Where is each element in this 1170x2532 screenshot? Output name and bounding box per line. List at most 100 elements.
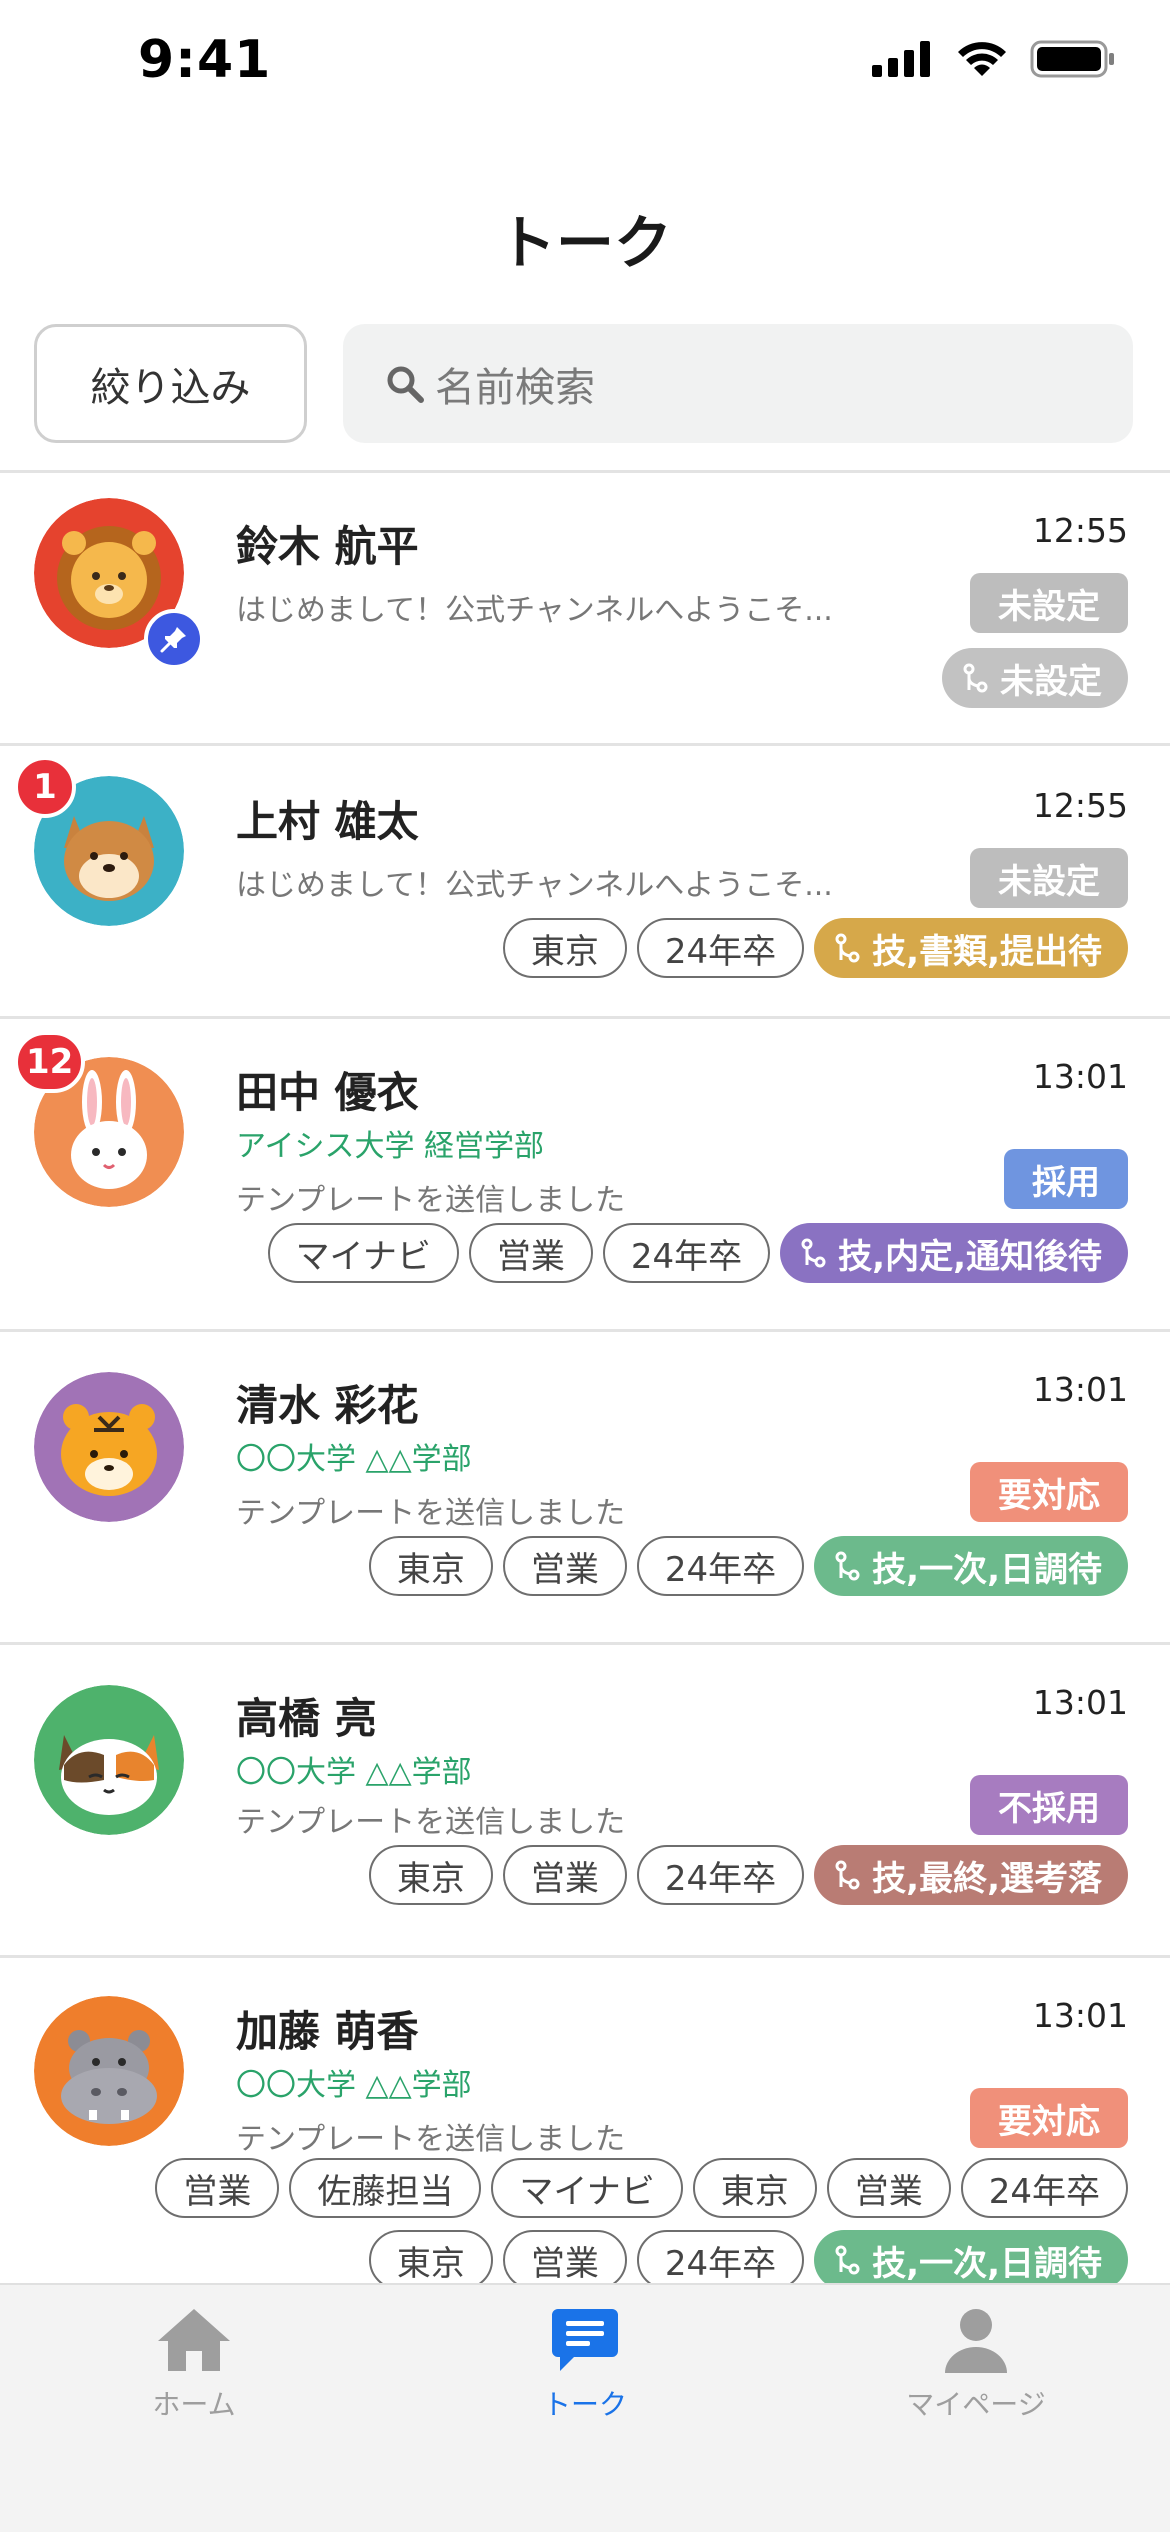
tag-chip: 営業: [502, 1536, 627, 1596]
battery-icon: [1030, 40, 1114, 78]
stage-label: 技,一次,日調待: [872, 2243, 1102, 2284]
stage-tag: 未設定: [942, 648, 1128, 708]
status-time: 9:41: [138, 30, 272, 90]
unread-badge: 1: [14, 756, 76, 818]
contact-name: 田中 優衣: [236, 1068, 419, 1117]
conversation-row[interactable]: 鈴木 航平 12:55 はじめまして！公式チャンネルへようこそ... 未設定 未…: [0, 473, 1170, 743]
stage-tag: 技,一次,日調待: [814, 1536, 1128, 1596]
last-message: テンプレートを送信しました: [236, 1496, 626, 1531]
status-icons: [872, 40, 1116, 78]
tag-chip: 東京: [368, 2230, 493, 2290]
stage-tag: 技,一次,日調待: [814, 2230, 1128, 2290]
tag-chip: 営業: [826, 2158, 951, 2218]
status-badge: 不採用: [970, 1775, 1128, 1835]
school-label: 〇〇大学 △△学部: [236, 2068, 472, 2103]
tag-chip: 営業: [502, 2230, 627, 2290]
stage-label: 未設定: [1000, 661, 1102, 702]
tag-list: 東京 24年卒 技,書類,提出待: [502, 918, 1128, 978]
tab-bar: ホーム トーク マイページ: [0, 2283, 1170, 2532]
wifi-icon: [958, 42, 1006, 76]
tab-home-label: ホーム: [152, 2388, 236, 2421]
search-input[interactable]: 名前検索: [343, 324, 1133, 443]
tag-chip: 営業: [155, 2158, 280, 2218]
stage-label: 技,書類,提出待: [872, 931, 1102, 972]
message-time: 12:55: [1032, 786, 1128, 825]
avatar-hippo: [34, 1996, 184, 2146]
contact-name: 加藤 萌香: [236, 2007, 419, 2056]
message-time: 13:01: [1032, 1057, 1128, 1096]
tag-list: マイナビ 営業 24年卒 技,内定,通知後待: [267, 1223, 1128, 1283]
conversation-row[interactable]: 高橋 亮 13:01 〇〇大学 △△学部 テンプレートを送信しました 不採用 東…: [0, 1645, 1170, 1955]
avatar-cat: [34, 1685, 184, 1835]
tag-list: 東京 営業 24年卒 技,最終,選考落: [368, 1845, 1128, 1905]
tag-chip: 24年卒: [636, 1845, 805, 1905]
tab-home[interactable]: ホーム: [94, 2305, 294, 2423]
last-message: はじめまして！公式チャンネルへようこそ...: [236, 593, 833, 628]
branch-icon: [835, 1860, 860, 1890]
last-message: テンプレートを送信しました: [236, 1805, 626, 1840]
tag-list: 営業 佐藤担当 マイナビ 東京 営業 24年卒: [155, 2158, 1128, 2218]
tag-chip: 営業: [502, 1845, 627, 1905]
tag-chip: 東京: [692, 2158, 817, 2218]
tag-chip: 24年卒: [960, 2158, 1128, 2218]
branch-icon: [835, 2245, 860, 2275]
last-message: はじめまして！公式チャンネルへようこそ...: [236, 868, 833, 903]
message-time: 12:55: [1032, 511, 1128, 550]
filter-button[interactable]: 絞り込み: [34, 324, 307, 443]
branch-icon: [963, 663, 988, 693]
stage-tag: 技,最終,選考落: [814, 1845, 1128, 1905]
tab-mypage-label: マイページ: [906, 2388, 1046, 2421]
tag-chip: 東京: [368, 1536, 493, 1596]
conversation-row[interactable]: 12 田中 優衣 13:01 アイシス大学 経営学部 テンプレートを送信しました…: [0, 1019, 1170, 1329]
school-label: 〇〇大学 △△学部: [236, 1442, 472, 1477]
conversation-row[interactable]: 加藤 萌香 13:01 〇〇大学 △△学部 テンプレートを送信しました 要対応 …: [0, 1958, 1170, 2298]
conversation-row[interactable]: 1 上村 雄太 12:55 はじめまして！公式チャンネルへようこそ... 未設定…: [0, 746, 1170, 1016]
cellular-signal-icon: [872, 41, 930, 77]
tag-chip: 24年卒: [602, 1223, 771, 1283]
search-icon: [387, 366, 424, 403]
tag-chip: 東京: [368, 1845, 493, 1905]
contact-name: 高橋 亮: [236, 1694, 377, 1743]
search-placeholder: 名前検索: [435, 364, 595, 411]
last-message: テンプレートを送信しました: [236, 1183, 626, 1218]
message-time: 13:01: [1032, 1370, 1128, 1409]
home-icon: [158, 2309, 230, 2371]
status-badge: 未設定: [970, 848, 1128, 908]
tag-chip: 東京: [502, 918, 627, 978]
tag-list: 東京 営業 24年卒 技,一次,日調待: [368, 2230, 1128, 2290]
stage-tag: 技,内定,通知後待: [780, 1223, 1128, 1283]
chat-icon: [552, 2309, 618, 2371]
contact-name: 上村 雄太: [236, 797, 419, 846]
conversation-row[interactable]: 清水 彩花 13:01 〇〇大学 △△学部 テンプレートを送信しました 要対応 …: [0, 1332, 1170, 1642]
page-title: トーク: [497, 209, 672, 277]
tag-list: 東京 営業 24年卒 技,一次,日調待: [368, 1536, 1128, 1596]
last-message: テンプレートを送信しました: [236, 2122, 626, 2157]
tag-chip: 営業: [468, 1223, 593, 1283]
tab-talk[interactable]: トーク: [485, 2305, 685, 2423]
app-screen: 9:41 トーク 絞り込み 名前検索 鈴木 航平 12:55 はじめまして！公式…: [0, 0, 1170, 2532]
stage-label: 技,一次,日調待: [872, 1549, 1102, 1590]
branch-icon: [835, 933, 860, 963]
tab-mypage[interactable]: マイページ: [876, 2305, 1076, 2423]
message-time: 13:01: [1032, 1683, 1128, 1722]
tag-chip: 24年卒: [636, 918, 805, 978]
tag-chip: 佐藤担当: [289, 2158, 482, 2218]
stage-label: 技,内定,通知後待: [838, 1236, 1102, 1277]
tag-chip: マイナビ: [267, 1223, 459, 1283]
status-badge: 未設定: [970, 573, 1128, 633]
message-time: 13:01: [1032, 1996, 1128, 2035]
status-badge: 採用: [1004, 1149, 1128, 1209]
status-bar: 9:41: [0, 0, 1170, 126]
status-badge: 要対応: [970, 1462, 1128, 1522]
tag-chip: 24年卒: [636, 2230, 805, 2290]
branch-icon: [835, 1551, 860, 1581]
stage-tag: 技,書類,提出待: [814, 918, 1128, 978]
tab-talk-label: トーク: [542, 2388, 627, 2421]
person-icon: [945, 2309, 1007, 2373]
unread-badge: 12: [14, 1031, 86, 1093]
branch-icon: [801, 1238, 826, 1268]
contact-name: 清水 彩花: [236, 1381, 419, 1430]
pinned-icon: [144, 609, 204, 669]
status-badge: 要対応: [970, 2088, 1128, 2148]
tag-chip: マイナビ: [491, 2158, 683, 2218]
